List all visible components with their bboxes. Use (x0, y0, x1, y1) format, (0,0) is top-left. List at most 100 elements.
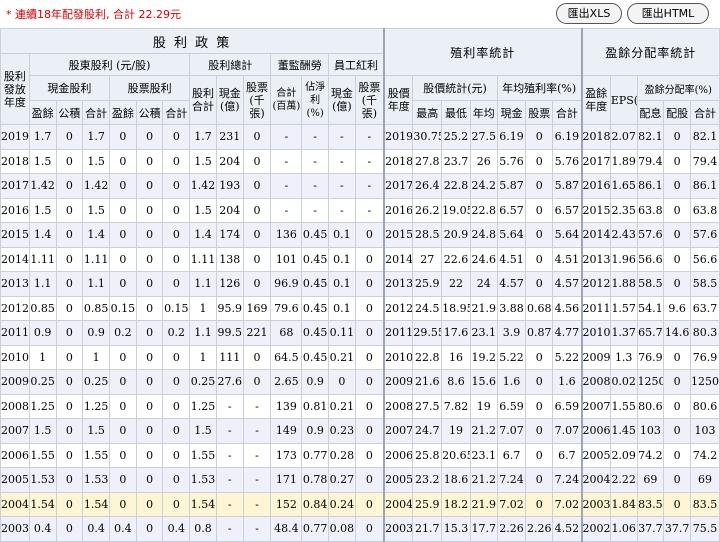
table-cell: 1.7 (189, 124, 217, 150)
year-cell: 2007 (580, 393, 611, 419)
year-cell: 2006 (383, 442, 414, 468)
table-cell: 1.53 (28, 467, 57, 493)
table-cell: 169 (242, 295, 272, 321)
year-cell: 2011 (580, 295, 611, 321)
table-cell: 152 (270, 491, 303, 517)
table-cell: 1.88 (609, 271, 638, 297)
table-cell: 0.68 (525, 295, 554, 321)
table-cell: 48.4 (270, 516, 303, 542)
table-cell: 25.8 (412, 442, 443, 468)
table-cell: 0 (242, 344, 272, 370)
table-cell: 0 (55, 418, 84, 444)
table-cell: 20.65 (441, 442, 471, 468)
table-cell: - (215, 467, 244, 493)
table-cell: 204 (215, 148, 244, 174)
table-cell: 1.11 (82, 246, 110, 272)
dividend-policy-header: 股 利 政 策 (0, 28, 385, 54)
table-cell: - (242, 491, 272, 517)
table-cell: 29.55 (412, 320, 443, 346)
table-cell: 18.6 (441, 467, 471, 493)
avg-header: 年均 (469, 100, 498, 125)
table-cell: 1250 (690, 369, 720, 395)
emp-stock-header: 股票(千張) (354, 75, 385, 125)
table-cell: 21.9 (469, 491, 498, 517)
payout-ratio-header: 盈餘分配率(%) (636, 75, 720, 101)
year-cell: 2002 (580, 516, 611, 542)
table-cell: 22.6 (441, 246, 471, 272)
year-cell: 2015 (0, 222, 30, 248)
table-cell: 15.3 (441, 516, 471, 542)
table-cell: - (215, 393, 244, 419)
directors-pay-header: 董監酬勞 (270, 53, 329, 76)
stock-earnings-header: 盈餘 (108, 100, 137, 125)
table-cell: 0 (135, 173, 164, 199)
table-cell: 149 (270, 418, 303, 444)
table-cell: 58.5 (636, 271, 665, 297)
table-cell: 1.25 (28, 393, 57, 419)
table-cell: 0.81 (301, 393, 329, 419)
low-header: 最低 (441, 100, 471, 125)
table-cell: 0.11 (328, 320, 356, 346)
year-cell: 2016 (383, 197, 414, 223)
year-cell: 2013 (0, 271, 30, 297)
dividend-table: 股 利 政 策 殖利率統計 盈餘分配率統計 股利發放年度 股東股利 (元/股) … (0, 28, 720, 542)
table-cell: - (270, 148, 303, 174)
yield-stats-header: 殖利率統計 (383, 28, 583, 76)
table-cell: 231 (215, 124, 244, 150)
table-cell: 0 (525, 124, 554, 150)
table-cell: 0 (162, 124, 191, 150)
table-cell: 0.9 (301, 418, 329, 444)
table-cell: 1.25 (82, 393, 110, 419)
div-sum-header: 股利合計 (189, 75, 217, 125)
table-cell: 96.9 (270, 271, 303, 297)
year-cell: 2010 (580, 320, 611, 346)
table-cell: 23.7 (441, 148, 471, 174)
year-cell: 2016 (580, 173, 611, 199)
table-cell: 63.8 (690, 197, 720, 223)
table-cell: - (242, 418, 272, 444)
table-cell: 0 (354, 246, 385, 272)
table-cell: 0 (135, 418, 164, 444)
table-cell: 79.4 (636, 148, 665, 174)
table-cell: - (328, 148, 356, 174)
table-cell: 7.07 (552, 418, 583, 444)
table-cell: 1.11 (28, 246, 57, 272)
year-cell: 2012 (0, 295, 30, 321)
table-cell: 0 (354, 344, 385, 370)
table-cell: 0 (354, 320, 385, 346)
export-html-button[interactable]: 匯出HTML (627, 3, 709, 24)
year-cell: 2004 (0, 491, 30, 517)
table-cell: 1 (28, 344, 57, 370)
table-cell: 23.2 (412, 467, 443, 493)
table-row: 2017 1.42 0 1.42 0 0 0 1.42 193 0- - - -2017 26.4 22.8… (0, 173, 720, 199)
year-cell: 2008 (580, 369, 611, 395)
table-row: 2015 1.4 0 1.4 0 0 0 1.4 174 0 136 0.45 0.1 0 2015 28.5… (0, 222, 720, 248)
table-cell: 0 (135, 393, 164, 419)
table-cell: 0 (162, 369, 191, 395)
table-cell: 103 (690, 418, 720, 444)
table-cell: 57.6 (690, 222, 720, 248)
table-cell: - (270, 197, 303, 223)
year-cell: 2007 (0, 418, 30, 444)
year-cell: 2018 (580, 124, 611, 150)
table-cell: 0 (162, 197, 191, 223)
table-cell: 24 (469, 271, 498, 297)
table-cell: - (354, 173, 385, 199)
table-cell: 0 (108, 491, 137, 517)
table-cell: 2.26 (496, 516, 527, 542)
table-cell: 0 (162, 173, 191, 199)
table-cell: 1.1 (189, 271, 217, 297)
table-cell: 0 (108, 124, 137, 150)
table-cell: 17.7 (469, 516, 498, 542)
table-cell: 0.1 (328, 246, 356, 272)
table-cell: 1.42 (189, 173, 217, 199)
table-cell: 0 (55, 173, 84, 199)
export-xls-button[interactable]: 匯出XLS (556, 3, 622, 24)
table-cell: 1.55 (609, 393, 638, 419)
table-cell: 16 (441, 344, 471, 370)
table-cell: 1.42 (82, 173, 110, 199)
table-cell: 0.23 (328, 418, 356, 444)
table-cell: 0 (525, 197, 554, 223)
table-cell: - (215, 491, 244, 517)
table-cell: 1.7 (82, 124, 110, 150)
